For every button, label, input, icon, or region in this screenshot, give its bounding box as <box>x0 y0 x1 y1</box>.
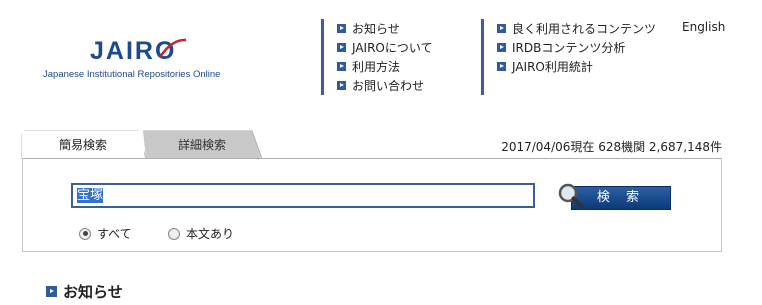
radio-selected-icon <box>79 227 91 240</box>
filter-label: 本文あり <box>186 227 235 241</box>
filter-label: すべて <box>97 227 132 241</box>
search-panel: 宝塚 検 索 すべて 本文あり <box>22 158 722 252</box>
radio-unselected-icon <box>168 227 180 240</box>
search-button[interactable]: 検 索 <box>557 183 671 212</box>
tab-advanced-search[interactable]: 詳細検索 <box>143 131 261 159</box>
tab-simple-search[interactable]: 簡易検索 <box>22 131 144 159</box>
search-input[interactable]: 宝塚 <box>71 183 535 208</box>
repository-stats: 2017/04/06現在 628機関 2,687,148件 <box>501 140 722 154</box>
filter-fulltext-radio[interactable]: 本文あり <box>168 225 234 242</box>
news-section-heading: お知らせ <box>46 281 123 302</box>
filter-all-radio[interactable]: すべて <box>79 225 132 242</box>
magnifier-icon <box>558 183 584 209</box>
search-query-text: 宝塚 <box>77 188 104 203</box>
arrow-bullet-icon <box>46 286 57 297</box>
news-heading-label: お知らせ <box>63 283 123 301</box>
